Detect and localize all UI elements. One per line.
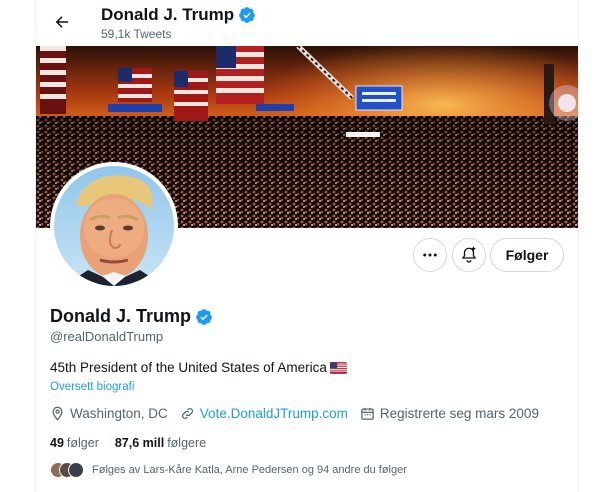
more-dots-icon [423, 253, 437, 257]
following-button[interactable]: Følger [490, 238, 564, 272]
profile-handle: @realDonaldTrump [50, 329, 164, 344]
profile-metadata: Washington, DC Vote.DonaldJTrump.com Reg… [50, 406, 551, 421]
profile-bio: 45th President of the United States of A… [50, 360, 347, 375]
website-link[interactable]: Vote.DonaldJTrump.com [200, 406, 348, 421]
avatar [68, 462, 84, 478]
notification-bell-plus-icon [461, 246, 477, 263]
header-display-name: Donald J. Trump [101, 5, 256, 25]
followed-by-link[interactable]: Følges av Lars-Kåre Katla, Arne Pedersen… [50, 462, 407, 478]
profile-header-bar: Donald J. Trump 59,1k Tweets [36, 0, 578, 46]
calendar-icon [361, 407, 374, 420]
profile-page: Donald J. Trump 59,1k Tweets Følger Dona… [0, 0, 600, 492]
verified-badge-icon [238, 6, 256, 24]
translate-bio-link[interactable]: Oversett biografi [50, 381, 134, 393]
website-item: Vote.DonaldJTrump.com [180, 406, 348, 421]
joined-item: Registrerte seg mars 2009 [360, 406, 539, 421]
arrow-left-icon [55, 16, 68, 28]
column-border-right [578, 0, 579, 492]
profile-avatar[interactable] [50, 162, 178, 290]
location-item: Washington, DC [50, 406, 168, 421]
follow-stats: 49 følger 87,6 mill følgere [50, 436, 206, 450]
notifications-button[interactable] [452, 238, 486, 272]
back-button[interactable] [48, 8, 76, 36]
verified-badge-icon [195, 308, 213, 326]
location-pin-icon [52, 406, 63, 421]
more-options-button[interactable] [413, 238, 447, 272]
following-count-link[interactable]: 49 følger [50, 436, 99, 450]
profile-display-name: Donald J. Trump [50, 306, 213, 327]
tweet-count: 59,1k Tweets [101, 27, 172, 41]
us-flag-icon [329, 361, 347, 374]
followers-count-link[interactable]: 87,6 mill følgere [115, 436, 206, 450]
mutual-avatars [50, 462, 84, 478]
link-icon [181, 408, 193, 419]
